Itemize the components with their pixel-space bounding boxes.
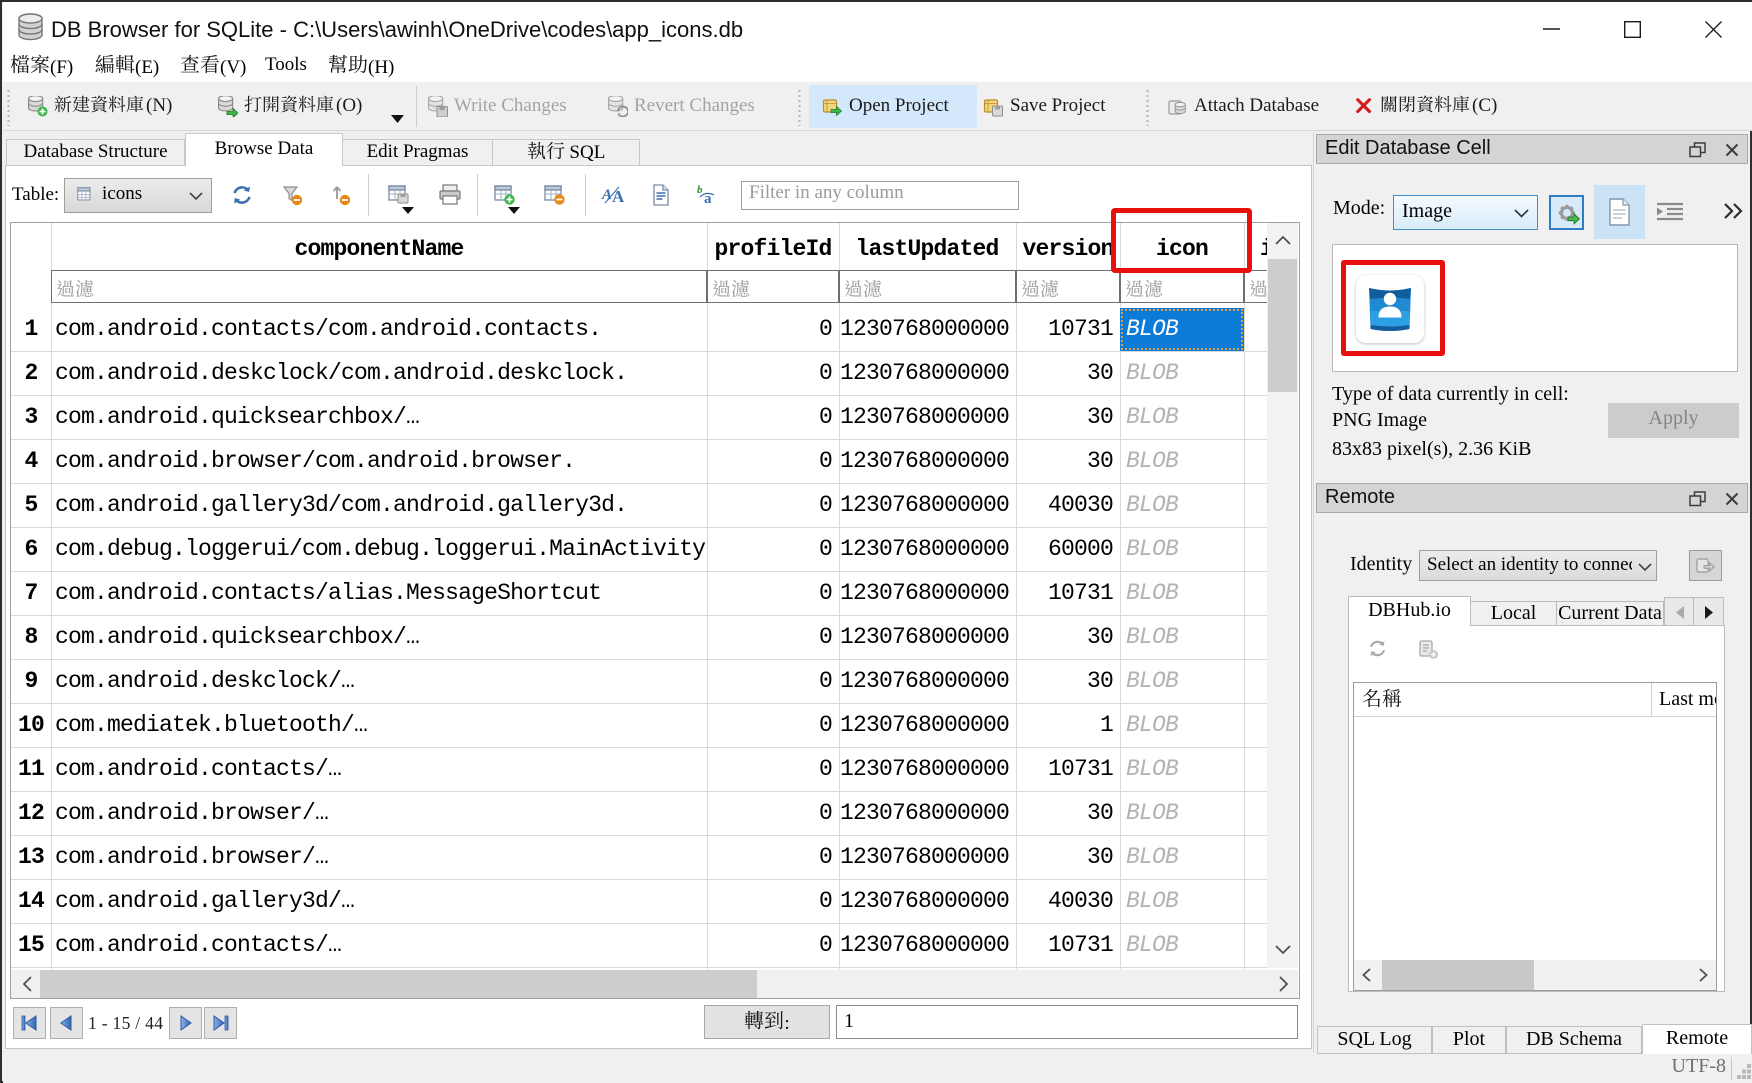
svg-text:b: b [697, 184, 703, 196]
svg-text:A: A [612, 187, 625, 206]
